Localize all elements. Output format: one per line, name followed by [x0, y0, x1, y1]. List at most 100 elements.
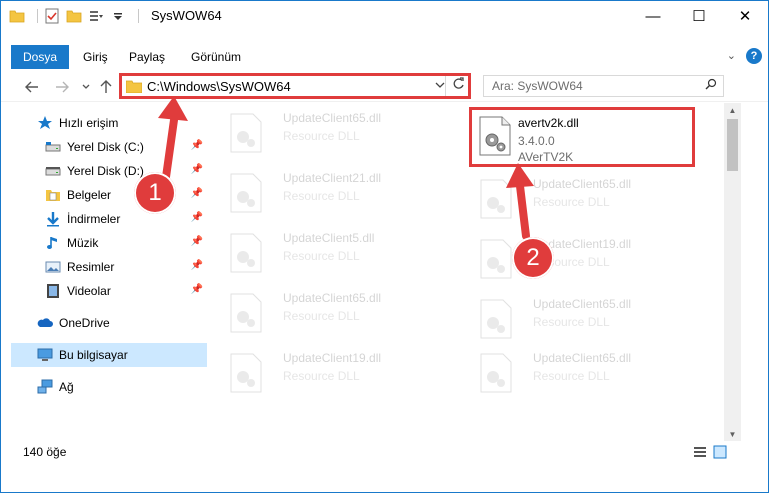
file-item[interactable]: UpdateClient65.dll Resource DLL [219, 287, 445, 343]
scroll-thumb[interactable] [727, 119, 738, 171]
address-bar[interactable]: C:\Windows\SysWOW64 [119, 73, 471, 99]
details-view-icon[interactable] [693, 445, 707, 459]
sidebar-item-pictures[interactable]: Resimler 📌 [45, 255, 207, 279]
address-path[interactable]: C:\Windows\SysWOW64 [147, 79, 291, 94]
ribbon-tabs: Dosya Giriş Paylaş Görünüm ⌄ ? [1, 45, 768, 69]
refresh-button[interactable] [452, 77, 465, 93]
pin-icon[interactable]: 📌 [191, 260, 203, 271]
sidebar-item-documents[interactable]: Belgeler 📌 [45, 183, 207, 207]
file-item[interactable]: UpdateClient19.dll Resource DLL [469, 233, 695, 289]
dll-file-icon [479, 116, 511, 156]
file-name: UpdateClient65.dll [283, 111, 382, 125]
item-count: 140 öğe [23, 445, 67, 459]
sidebar-item-label: Yerel Disk (C:) [67, 140, 144, 154]
file-item[interactable]: UpdateClient65.dll Resource DLL [469, 347, 695, 403]
file-item[interactable]: UpdateClient65.dll Resource DLL [469, 293, 695, 349]
navigation-bar: C:\Windows\SysWOW64 Ara: SysWOW64 [1, 73, 768, 102]
tab-view[interactable]: Görünüm [191, 45, 241, 69]
drive-icon [45, 142, 61, 152]
dropdown-arrow-icon[interactable] [110, 8, 126, 24]
close-button[interactable]: ✕ [722, 1, 768, 31]
toolbar-divider [138, 9, 139, 23]
pin-icon[interactable]: 📌 [191, 140, 203, 151]
arrow-up-icon [100, 80, 112, 93]
videos-icon [47, 284, 59, 298]
file-item-avertv2k[interactable]: avertv2k.dll 3.4.0.0 AVerTV2K [469, 107, 695, 167]
sidebar-item-music[interactable]: Müzik 📌 [45, 231, 207, 255]
pin-icon[interactable]: 📌 [191, 188, 203, 199]
star-icon [38, 116, 52, 129]
properties-icon[interactable] [44, 8, 60, 24]
arrow-left-icon [25, 81, 38, 93]
ribbon-collapse-icon[interactable]: ⌄ [727, 49, 736, 62]
file-list: UpdateClient65.dll Resource DLL UpdateCl… [219, 107, 721, 437]
folder-icon [9, 10, 25, 23]
sidebar-item-drive-c[interactable]: Yerel Disk (C:) 📌 [45, 135, 207, 159]
file-description: Resource DLL [533, 195, 610, 209]
sidebar-item-quick-access[interactable]: Hızlı erişim [37, 111, 207, 135]
file-item[interactable]: UpdateClient19.dll Resource DLL [219, 347, 445, 403]
explorer-window: SysWOW64 — ☐ ✕ Dosya Giriş Paylaş Görünü… [0, 0, 769, 493]
file-name: UpdateClient65.dll [533, 351, 632, 365]
back-button[interactable] [23, 77, 41, 97]
pin-icon[interactable]: 📌 [191, 164, 203, 175]
file-description: Resource DLL [283, 369, 360, 383]
file-name: UpdateClient65.dll [283, 291, 382, 305]
arrow-right-icon [56, 81, 69, 93]
minimize-button[interactable]: — [630, 1, 676, 31]
callout-badge-1: 1 [134, 172, 176, 214]
search-icon[interactable] [705, 78, 717, 93]
file-item[interactable]: UpdateClient21.dll Resource DLL [219, 167, 445, 223]
sidebar-item-label: Bu bilgisayar [59, 348, 128, 362]
file-item[interactable]: UpdateClient5.dll Resource DLL [219, 227, 445, 283]
sidebar-item-onedrive[interactable]: OneDrive [37, 311, 207, 335]
sidebar-item-videos[interactable]: Videolar 📌 [45, 279, 207, 303]
tab-home[interactable]: Giriş [83, 45, 108, 69]
recent-locations-button[interactable] [77, 77, 95, 97]
sidebar-item-this-pc[interactable]: Bu bilgisayar [11, 343, 207, 367]
search-input[interactable]: Ara: SysWOW64 [492, 79, 583, 93]
sidebar-item-drive-d[interactable]: Yerel Disk (D:) 📌 [45, 159, 207, 183]
pin-icon[interactable]: 📌 [191, 212, 203, 223]
file-name: UpdateClient21.dll [283, 171, 382, 185]
file-item[interactable]: UpdateClient65.dll Resource DLL [469, 173, 695, 229]
tab-file[interactable]: Dosya [11, 45, 69, 69]
file-item[interactable]: UpdateClient65.dll Resource DLL [219, 107, 445, 163]
dll-file-icon [230, 233, 262, 273]
dll-file-icon [480, 239, 512, 279]
scroll-down-icon[interactable]: ▼ [724, 427, 741, 441]
quick-access-toolbar [9, 7, 145, 25]
cloud-icon [37, 318, 53, 327]
music-icon [47, 237, 57, 249]
large-icons-view-icon[interactable] [713, 445, 727, 459]
title-bar: SysWOW64 — ☐ ✕ [1, 1, 768, 31]
new-folder-icon[interactable] [66, 8, 82, 24]
dll-file-icon [230, 293, 262, 333]
file-version: 3.4.0.0 [518, 134, 555, 148]
up-button[interactable] [97, 77, 115, 97]
sidebar-item-label: OneDrive [59, 316, 110, 330]
address-divider [445, 76, 446, 96]
file-name: avertv2k.dll [518, 116, 579, 130]
sidebar-item-downloads[interactable]: İndirmeler 📌 [45, 207, 207, 231]
pin-icon[interactable]: 📌 [191, 284, 203, 295]
file-description: Resource DLL [283, 309, 360, 323]
dll-file-icon [480, 353, 512, 393]
file-name: UpdateClient19.dll [283, 351, 382, 365]
search-box[interactable]: Ara: SysWOW64 [483, 75, 724, 97]
tab-share[interactable]: Paylaş [129, 45, 165, 69]
pictures-icon [45, 261, 61, 273]
maximize-button[interactable]: ☐ [676, 1, 722, 31]
help-button[interactable]: ? [746, 48, 762, 64]
toolbar-divider [37, 9, 38, 23]
refresh-icon [453, 77, 464, 89]
pin-icon[interactable]: 📌 [191, 236, 203, 247]
sidebar-item-label: Videolar [67, 284, 111, 298]
forward-button[interactable] [53, 77, 71, 97]
sidebar-item-label: Hızlı erişim [59, 116, 119, 130]
sidebar-item-network[interactable]: Ağ [37, 375, 207, 399]
vertical-scrollbar[interactable]: ▲ ▼ [724, 103, 741, 441]
customize-toolbar-icon[interactable] [88, 8, 104, 24]
scroll-up-icon[interactable]: ▲ [724, 103, 741, 117]
callout-badge-2: 2 [512, 237, 554, 279]
